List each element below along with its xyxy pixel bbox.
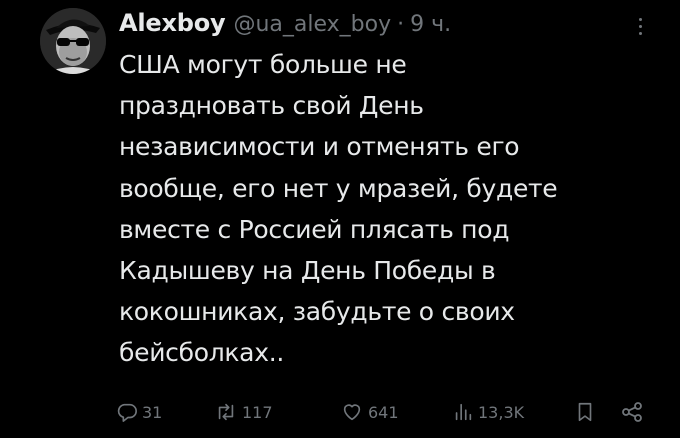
retweet-count: 117 bbox=[242, 402, 273, 422]
tweet-text-line: независимости и отменять его bbox=[119, 132, 520, 162]
like-button[interactable]: 641 bbox=[340, 396, 399, 428]
retweet-button[interactable]: 117 bbox=[214, 396, 273, 428]
bookmark-icon bbox=[578, 402, 592, 422]
tweet-text-line: бейсболках.. bbox=[119, 338, 284, 368]
tweet-text-line: вместе с Россией плясать под bbox=[119, 214, 510, 244]
tweet-text-line: Кадышеву на День Победы в bbox=[119, 256, 496, 286]
heart-icon bbox=[343, 404, 361, 421]
tweet-text-line: кокошниках, забудьте о своих bbox=[119, 297, 515, 327]
retweet-icon bbox=[218, 403, 234, 421]
bookmark-button[interactable] bbox=[574, 396, 596, 428]
views-count: 13,3K bbox=[478, 402, 525, 422]
author-handle[interactable]: @ua_alex_boy bbox=[233, 10, 391, 40]
views-button[interactable]: 13,3K bbox=[452, 396, 524, 428]
more-options-button[interactable] bbox=[628, 12, 652, 40]
tweet-text-line: США могут больше не bbox=[119, 50, 407, 79]
tweet-text: США могут больше не праздновать свой Ден… bbox=[119, 44, 639, 374]
tweet-actions: 31 117 641 13,3K bbox=[0, 396, 680, 428]
avatar-image bbox=[40, 8, 106, 74]
tweet-timestamp[interactable]: 9 ч. bbox=[410, 10, 451, 40]
reply-button[interactable]: 31 bbox=[116, 396, 162, 428]
share-button[interactable] bbox=[620, 396, 644, 428]
reply-count: 31 bbox=[142, 402, 163, 422]
share-icon bbox=[622, 402, 642, 422]
tweet: Alexboy @ua_alex_boy · 9 ч. США могут бо… bbox=[0, 0, 680, 438]
avatar[interactable] bbox=[40, 8, 106, 74]
tweet-text-line: вообще, его нет у мразей, будете bbox=[119, 173, 558, 203]
author-display-name[interactable]: Alexboy bbox=[119, 8, 226, 38]
tweet-text-line: праздновать свой День bbox=[119, 91, 424, 121]
tweet-header: Alexboy @ua_alex_boy · 9 ч. bbox=[119, 8, 451, 38]
separator-dot: · bbox=[397, 12, 405, 37]
like-count: 641 bbox=[368, 402, 399, 422]
views-icon bbox=[455, 403, 472, 421]
reply-icon bbox=[117, 403, 137, 422]
more-vertical-icon bbox=[639, 18, 642, 21]
